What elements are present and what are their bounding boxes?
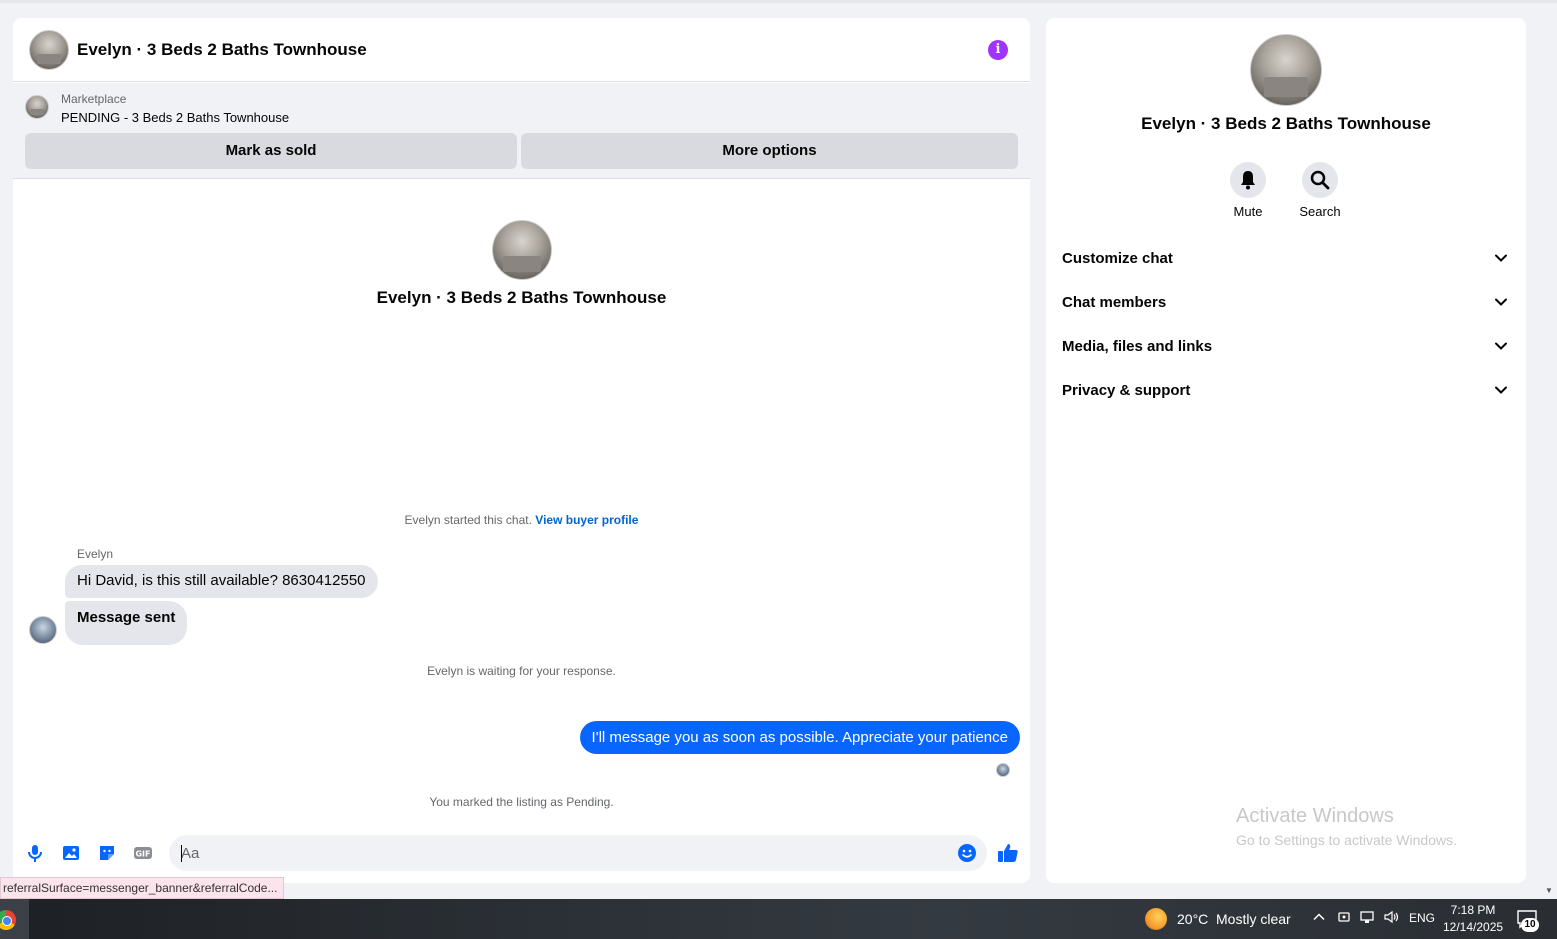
section-chat-members[interactable]: Chat members <box>1046 280 1526 324</box>
watermark-subtitle: Go to Settings to activate Windows. <box>1236 832 1457 848</box>
chevron-up-icon[interactable] <box>1312 910 1326 927</box>
outgoing-message[interactable]: I'll message you as soon as possible. Ap… <box>579 721 1020 754</box>
section-privacy-support[interactable]: Privacy & support <box>1046 368 1526 412</box>
info-avatar[interactable] <box>1250 34 1322 106</box>
chat-header: Evelyn · 3 Beds 2 Baths Townhouse i <box>13 18 1030 82</box>
search-button[interactable]: Search <box>1285 162 1355 219</box>
sender-name: Evelyn <box>77 547 114 561</box>
search-button-circle[interactable] <box>1302 162 1338 198</box>
chat-panel: Evelyn · 3 Beds 2 Baths Townhouse i Mark… <box>13 18 1030 883</box>
message-input-container <box>169 835 987 871</box>
gif-icon[interactable]: GIF <box>133 843 153 863</box>
chrome-taskbar-button[interactable] <box>0 899 29 939</box>
mute-button-circle[interactable] <box>1230 162 1266 198</box>
message-composer: GIF <box>13 833 1030 873</box>
chevron-down-icon <box>1495 298 1507 306</box>
mute-button[interactable]: Mute <box>1213 162 1283 219</box>
view-buyer-profile-link[interactable]: View buyer profile <box>535 513 638 527</box>
search-label: Search <box>1299 204 1341 219</box>
network-icon[interactable] <box>1360 910 1376 927</box>
info-name: Evelyn · 3 Beds 2 Baths Townhouse <box>1141 114 1431 133</box>
waiting-notice: Evelyn is waiting for your response. <box>427 664 616 678</box>
mute-label: Mute <box>1233 204 1263 219</box>
incoming-message[interactable]: Hi David, is this still available? 86304… <box>65 565 378 598</box>
section-label: Customize chat <box>1062 250 1173 267</box>
scrollbar-down-arrow[interactable]: ▼ <box>1545 886 1553 895</box>
text-caret <box>181 845 182 862</box>
language-indicator[interactable]: ENG <box>1409 911 1435 925</box>
windows-taskbar: 20°C Mostly clear ENG 7:18 PM 12/14/2025… <box>0 899 1557 939</box>
sticker-icon[interactable] <box>97 843 117 863</box>
emoji-icon[interactable] <box>957 843 977 863</box>
bell-icon <box>1241 171 1255 190</box>
info-icon[interactable]: i <box>988 40 1008 60</box>
photo-icon[interactable] <box>61 843 81 863</box>
clock-time: 7:18 PM <box>1450 903 1496 917</box>
sender-avatar[interactable] <box>29 616 57 644</box>
chat-title[interactable]: Evelyn · 3 Beds 2 Baths Townhouse <box>77 40 367 60</box>
clock[interactable]: 7:18 PM 12/14/2025 <box>1443 902 1503 936</box>
intro-name: Evelyn · 3 Beds 2 Baths Townhouse <box>376 288 667 307</box>
svg-text:GIF: GIF <box>135 850 150 859</box>
watermark-title: Activate Windows <box>1236 805 1394 827</box>
section-media-files-links[interactable]: Media, files and links <box>1046 324 1526 368</box>
weather-moon-icon[interactable] <box>1145 908 1167 930</box>
chat-avatar[interactable] <box>29 30 69 70</box>
volume-icon[interactable] <box>1384 910 1400 927</box>
chevron-down-icon <box>1495 342 1507 350</box>
weather-condition[interactable]: Mostly clear <box>1216 911 1291 927</box>
message-input[interactable] <box>181 835 941 871</box>
read-receipt-avatar <box>996 763 1010 777</box>
section-label: Privacy & support <box>1062 382 1191 399</box>
chevron-down-icon <box>1495 254 1507 262</box>
listing-category: Marketplace <box>61 92 127 106</box>
section-label: Media, files and links <box>1062 338 1213 355</box>
chrome-icon <box>0 910 16 930</box>
chat-started-text: Evelyn started this chat. <box>404 513 532 527</box>
notification-count-badge: 10 <box>1521 918 1539 932</box>
incoming-message[interactable]: Message sent <box>65 601 188 645</box>
weather-temperature[interactable]: 20°C <box>1177 911 1208 927</box>
activate-windows-watermark: Activate Windows Go to Settings to activ… <box>1236 805 1457 848</box>
search-icon <box>1310 170 1330 190</box>
section-label: Chat members <box>1062 294 1167 311</box>
chevron-down-icon <box>1495 386 1507 394</box>
more-options-button[interactable]: More options <box>521 133 1018 169</box>
clock-date: 12/14/2025 <box>1443 920 1504 934</box>
meet-now-icon[interactable] <box>1337 910 1351 927</box>
listing-banner: Marketplace PENDING - 3 Beds 2 Baths Tow… <box>13 83 1030 179</box>
mark-as-sold-button[interactable]: Mark as sold <box>25 133 517 169</box>
listing-thumbnail[interactable] <box>25 95 49 119</box>
intro-avatar[interactable] <box>492 220 552 280</box>
thumbs-up-icon[interactable] <box>997 842 1019 864</box>
status-bar-url: referralSurface=messenger_banner&referra… <box>0 877 285 899</box>
chat-started-notice: Evelyn started this chat. View buyer pro… <box>13 513 1030 527</box>
chat-info-panel: Evelyn · 3 Beds 2 Baths Townhouse Mute S… <box>1046 18 1526 883</box>
top-divider <box>0 0 1557 3</box>
section-customize-chat[interactable]: Customize chat <box>1046 236 1526 280</box>
pending-notice: You marked the listing as Pending. <box>429 795 614 809</box>
listing-status[interactable]: PENDING - 3 Beds 2 Baths Townhouse <box>61 110 289 125</box>
microphone-icon[interactable] <box>25 843 45 863</box>
